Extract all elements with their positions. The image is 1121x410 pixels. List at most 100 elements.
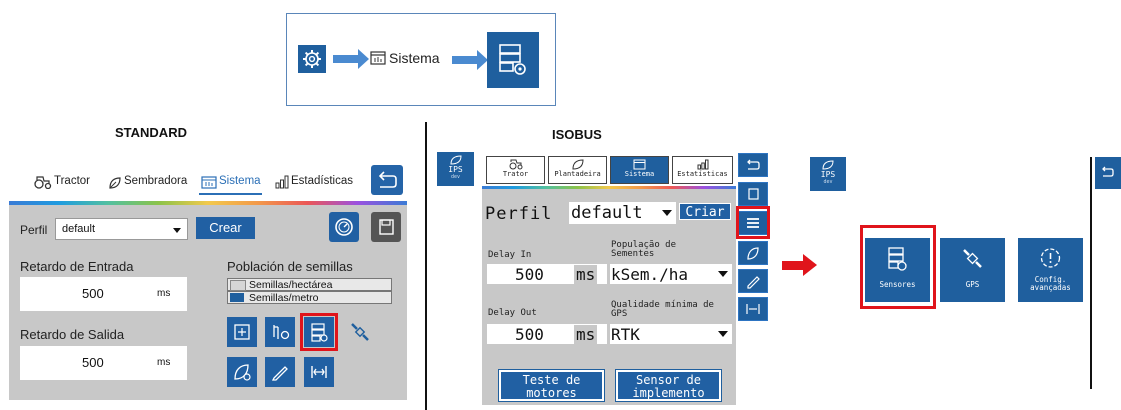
- iso-tab-trator[interactable]: Trator: [486, 156, 545, 184]
- satellite-icon: [351, 323, 369, 341]
- perfil-select[interactable]: default: [55, 218, 188, 240]
- iso-criar-label: Criar: [685, 205, 725, 220]
- teste-motores-button[interactable]: Teste de motores: [498, 369, 605, 402]
- iso-seed-button[interactable]: [738, 241, 768, 265]
- perfil-value: default: [62, 223, 96, 235]
- delay-in-value: 500: [515, 265, 544, 284]
- flow-system-label: Sistema: [389, 50, 440, 66]
- chevron-down-icon: [718, 271, 728, 277]
- width-button[interactable]: [304, 357, 334, 387]
- ips-logo-right: IPS dev: [810, 157, 846, 191]
- tile-gps[interactable]: GPS: [940, 238, 1005, 302]
- save-icon: [379, 219, 394, 235]
- stats-icon: [275, 175, 289, 189]
- leaf-icon: [571, 159, 584, 170]
- option-swatch: [230, 280, 246, 291]
- perfil-label: Perfil: [20, 223, 48, 237]
- gear-alert-icon: [1040, 248, 1061, 268]
- highlight-menu: [736, 206, 770, 239]
- system-icon: [201, 176, 217, 189]
- leaf-gear-icon: [747, 247, 759, 260]
- planter-settings-button[interactable]: [265, 317, 295, 347]
- back-button[interactable]: [371, 165, 403, 195]
- sensor-implemento-button[interactable]: Sensor de implemento: [615, 369, 722, 402]
- save-button[interactable]: [371, 212, 401, 242]
- iso-back-button[interactable]: [738, 153, 768, 177]
- iso-tab-estatisticas[interactable]: Estatísticas: [672, 156, 733, 184]
- right-back-button[interactable]: [1095, 157, 1121, 189]
- retardo-entrada-label: Retardo de Entrada: [20, 259, 134, 274]
- poblacion-option-label: Semillas/metro: [249, 292, 319, 304]
- arrow-right-icon: [452, 50, 488, 70]
- qualidade-select[interactable]: RTK: [610, 324, 732, 344]
- arrow-right-icon: [333, 49, 369, 69]
- section-divider: [425, 122, 427, 410]
- seed-button[interactable]: [227, 357, 257, 387]
- tab-sembradora[interactable]: Sembradora: [124, 175, 187, 187]
- standard-panel: Tractor Sembradora Sistema Estadísticas …: [9, 153, 407, 400]
- delay-out-label: Delay Out: [488, 308, 537, 318]
- crear-button[interactable]: Crear: [196, 217, 255, 239]
- ips-sub: dev: [450, 174, 461, 180]
- back-arrow-icon: [747, 159, 760, 170]
- chevron-down-icon: [718, 331, 728, 337]
- tile-label-line-2: avançadas: [1030, 283, 1071, 292]
- populacao-select[interactable]: kSem./ha: [610, 264, 732, 284]
- poblacion-option-label: Semillas/hectárea: [249, 279, 333, 291]
- back-arrow-icon: [1102, 166, 1114, 177]
- tab-estadisticas[interactable]: Estadísticas: [291, 175, 353, 187]
- tab-sistema[interactable]: Sistema: [219, 175, 261, 187]
- retardo-entrada-value: 500: [82, 286, 104, 301]
- right-edge-line: [1090, 157, 1092, 389]
- iso-tab-label: Sistema: [624, 170, 655, 178]
- standard-heading: STANDARD: [115, 125, 187, 140]
- pencil-icon: [271, 366, 288, 381]
- iso-perfil-value: default: [571, 203, 643, 223]
- system-icon: [633, 159, 646, 170]
- iso-width-button[interactable]: [738, 297, 768, 321]
- diagnostics-button[interactable]: [329, 212, 359, 242]
- width-measure-icon: [746, 304, 760, 314]
- crear-label: Crear: [209, 220, 242, 235]
- retardo-entrada-field[interactable]: 500 ms: [20, 277, 187, 311]
- stats-icon: [697, 159, 708, 170]
- tile-config-avancadas[interactable]: Config. avançadas: [1018, 238, 1083, 302]
- iso-perfil-label: Perfil: [485, 204, 553, 224]
- settings-gear-button[interactable]: [298, 45, 326, 73]
- navigation-flow: Sistema: [286, 13, 556, 106]
- iso-tab-plantadeira[interactable]: Plantadeira: [548, 156, 607, 184]
- gps-button[interactable]: [345, 317, 375, 347]
- highlight-sensores: [860, 225, 936, 309]
- retardo-salida-field[interactable]: 500 ms: [20, 346, 187, 380]
- leaf-icon: [449, 155, 462, 165]
- width-measure-icon: [311, 366, 327, 378]
- tractor-icon: [509, 159, 522, 170]
- satellite-icon: [963, 249, 982, 268]
- leaf-gear-icon: [234, 364, 251, 381]
- poblacion-option-metro[interactable]: Semillas/metro: [227, 291, 392, 304]
- system-tab-icon: [370, 51, 386, 65]
- red-arrow-icon: [782, 261, 804, 270]
- retardo-entrada-unit: ms: [157, 288, 171, 299]
- iso-edit-button[interactable]: [738, 269, 768, 293]
- chevron-down-icon: [173, 228, 181, 233]
- ips-label: IPS: [448, 165, 463, 174]
- iso-tab-label: Estatísticas: [677, 170, 728, 178]
- qualidade-value: RTK: [611, 325, 640, 344]
- iso-criar-button[interactable]: Criar: [679, 203, 731, 220]
- tab-sistema-underline: [199, 193, 262, 195]
- poblacion-option-hectarea[interactable]: Semillas/hectárea: [227, 278, 392, 291]
- retardo-salida-value: 500: [82, 355, 104, 370]
- isobus-panel: Trator Plantadeira Sistema Estatísticas …: [482, 152, 736, 405]
- calibration-icon: [234, 324, 250, 340]
- iso-save-button[interactable]: [738, 182, 768, 206]
- iso-perfil-select[interactable]: default: [569, 202, 676, 224]
- sensors-config-button[interactable]: [487, 32, 539, 88]
- calibration-button[interactable]: [227, 317, 257, 347]
- chevron-down-icon: [662, 210, 672, 216]
- iso-tab-sistema[interactable]: Sistema: [610, 156, 669, 184]
- iso-tab-label: Plantadeira: [554, 170, 601, 178]
- color-stripe: [482, 186, 736, 189]
- tab-tractor[interactable]: Tractor: [54, 175, 90, 187]
- edit-button[interactable]: [265, 357, 295, 387]
